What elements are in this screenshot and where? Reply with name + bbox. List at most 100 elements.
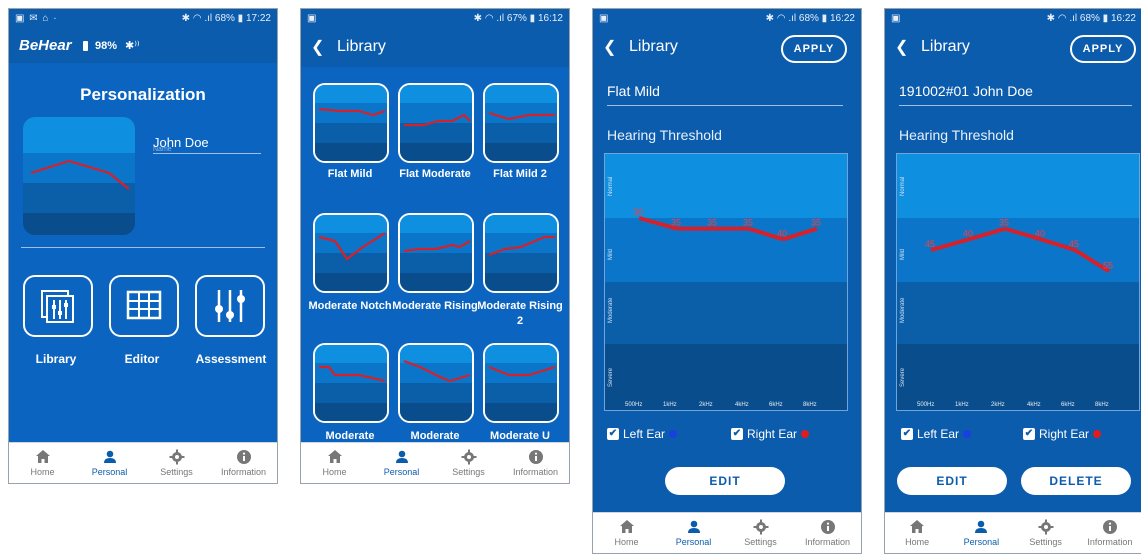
- nav-settings-label: Settings: [1029, 537, 1062, 547]
- edit-button[interactable]: EDIT: [897, 467, 1007, 495]
- information-icon: [236, 450, 251, 464]
- information-icon: [528, 450, 543, 464]
- library-icon: [41, 290, 74, 323]
- nav-settings[interactable]: Settings: [727, 513, 794, 553]
- tile-curve: [319, 365, 386, 383]
- checkbox-icon: ✔: [1023, 428, 1035, 440]
- back-arrow-icon[interactable]: ❮: [311, 37, 324, 57]
- data-label: 40: [777, 228, 787, 238]
- tile-curve: [488, 235, 555, 257]
- nav-home[interactable]: Home: [593, 513, 660, 553]
- right-ear-label: Right Ear: [1039, 427, 1090, 441]
- nav-information[interactable]: Information: [1078, 513, 1141, 553]
- library-label: Library: [35, 352, 77, 366]
- profile-name-field[interactable]: 191002#01 John Doe: [899, 83, 1132, 106]
- back-arrow-icon[interactable]: ❮: [603, 37, 616, 57]
- nav-home-label: Home: [30, 467, 55, 477]
- editor-button[interactable]: [109, 275, 179, 337]
- settings-icon: [461, 449, 476, 465]
- library-tile[interactable]: [483, 343, 559, 423]
- left-ear-checkbox[interactable]: ✔ Left Ear: [607, 427, 678, 441]
- back-arrow-icon[interactable]: ❮: [895, 37, 908, 57]
- profile-name-field[interactable]: Flat Mild: [607, 83, 843, 106]
- data-label: 40: [1035, 228, 1045, 238]
- data-label: 35: [743, 218, 753, 228]
- nav-information-label: Information: [220, 467, 267, 477]
- library-tile[interactable]: [313, 213, 389, 293]
- left-ear-checkbox[interactable]: ✔ Left Ear: [901, 427, 972, 441]
- nav-information[interactable]: Information: [502, 443, 569, 483]
- left-ear-color-dot: [963, 430, 972, 438]
- nav-personal-label: Personal: [675, 537, 712, 547]
- nav-settings[interactable]: Settings: [435, 443, 502, 483]
- header: ❮ Library APPLY: [885, 31, 1141, 63]
- header-title: Library: [337, 38, 386, 55]
- data-label: 35: [999, 218, 1009, 228]
- tile-curve: [488, 111, 555, 121]
- library-tile[interactable]: [483, 213, 559, 293]
- right-ear-checkbox[interactable]: ✔ Right Ear: [731, 427, 810, 441]
- data-label: 55: [1103, 260, 1113, 270]
- nav-home-label: Home: [614, 537, 639, 547]
- edit-button[interactable]: EDIT: [665, 467, 785, 495]
- header: ❮ Library APPLY: [593, 31, 861, 63]
- nav-personal[interactable]: Personal: [660, 513, 727, 553]
- editor-label: Editor: [124, 352, 160, 366]
- assessment-button[interactable]: [195, 275, 265, 337]
- apply-button[interactable]: APPLY: [1070, 35, 1136, 63]
- nav-personal[interactable]: Personal: [76, 443, 143, 483]
- right-ear-color-dot: [801, 430, 810, 438]
- nav-settings-label: Settings: [160, 467, 193, 477]
- nav-home[interactable]: Home: [9, 443, 76, 483]
- nav-information-label: Information: [804, 537, 851, 547]
- series-segment: [782, 226, 818, 242]
- library-button[interactable]: [23, 275, 93, 337]
- name-field[interactable]: John Doe: [153, 135, 261, 154]
- checkbox-icon: ✔: [901, 428, 913, 440]
- status-bar: ▣ ✱ ◠ .ıl 68% ▮ 16:22: [885, 9, 1141, 29]
- library-tile[interactable]: [313, 343, 389, 423]
- nav-settings[interactable]: Settings: [1014, 513, 1078, 553]
- nav-information[interactable]: Information: [210, 443, 277, 483]
- data-label: 40: [963, 228, 973, 238]
- data-label: 45: [1069, 239, 1079, 249]
- status-info: ✱ ◠ .ıl 68% ▮ 17:22: [181, 13, 271, 24]
- status-icons-left: ▣ ✉ ⌂ ·: [15, 13, 58, 24]
- library-tile[interactable]: [398, 343, 474, 423]
- nav-personal[interactable]: Personal: [368, 443, 435, 483]
- threshold-plot: 30 35 35 35 40 35: [633, 207, 821, 242]
- assessment-label: Assessment: [195, 352, 267, 366]
- personal-icon: [103, 450, 116, 463]
- library-tile[interactable]: [313, 83, 389, 163]
- nav-settings[interactable]: Settings: [143, 443, 210, 483]
- profile-audiogram-thumbnail[interactable]: [23, 117, 135, 235]
- status-bar: ▣ ✱ ◠ .ıl 68% ▮ 16:22: [593, 9, 861, 29]
- checkbox-icon: ✔: [607, 428, 619, 440]
- status-info: ✱ ◠ .ıl 68% ▮ 16:22: [1046, 13, 1136, 24]
- library-tile[interactable]: [398, 83, 474, 163]
- settings-icon: [1038, 519, 1054, 535]
- nav-home[interactable]: Home: [301, 443, 368, 483]
- apply-button[interactable]: APPLY: [781, 35, 847, 63]
- bottom-navigation: Home Personal Settings Information: [885, 512, 1141, 553]
- bottom-navigation: Home Personal Settings Information: [9, 442, 277, 483]
- nav-information[interactable]: Information: [794, 513, 861, 553]
- right-ear-checkbox[interactable]: ✔ Right Ear: [1023, 427, 1102, 441]
- tile-curve: [488, 365, 556, 377]
- hearing-threshold-chart: Normal Mild Moderate Severe 500Hz 1kHz 2kHz 4kH…: [604, 153, 848, 411]
- nav-home[interactable]: Home: [885, 513, 949, 553]
- header-title: Library: [921, 38, 970, 55]
- nav-home-label: Home: [322, 467, 347, 477]
- library-tile-label: Flat Moderate: [399, 168, 471, 180]
- personal-icon: [975, 520, 988, 533]
- delete-button[interactable]: DELETE: [1021, 467, 1131, 495]
- data-label: 35: [707, 218, 717, 228]
- nav-personal[interactable]: Personal: [949, 513, 1013, 553]
- library-tile[interactable]: [483, 83, 559, 163]
- nav-settings-label: Settings: [452, 467, 485, 477]
- library-tile[interactable]: [398, 213, 474, 293]
- nav-information-label: Information: [512, 467, 559, 477]
- threshold-plot: 45 40 35 40 45 55: [925, 218, 1113, 274]
- screen-personalization: ▣ ✉ ⌂ · ✱ ◠ .ıl 68% ▮ 17:22 BeHear 98% ✱…: [8, 8, 278, 484]
- bottom-navigation: Home Personal Settings Information: [593, 512, 861, 553]
